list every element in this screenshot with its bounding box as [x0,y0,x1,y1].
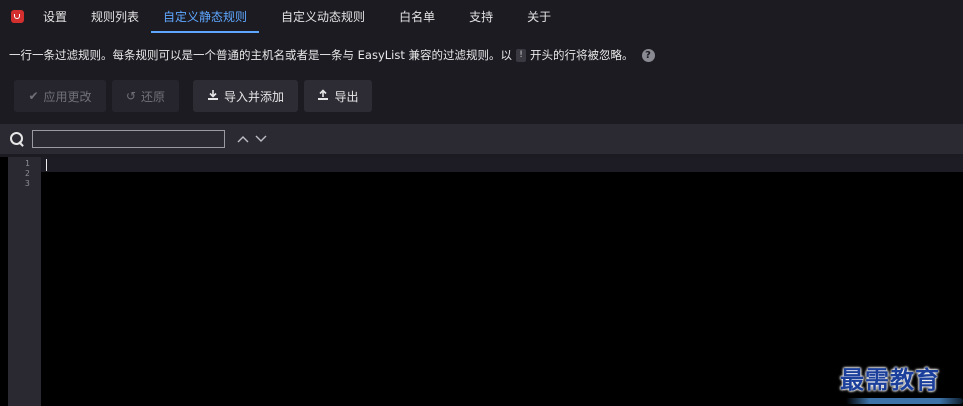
search-bar [0,124,963,154]
apply-changes-label: 应用更改 [43,89,92,104]
tab-about[interactable]: 关于 [505,0,563,33]
search-icon [9,131,25,147]
line-number: 3 [25,179,30,188]
export-label: 导出 [334,89,359,104]
tab-support[interactable]: 支持 [447,0,505,33]
search-input[interactable] [32,130,225,148]
tab-settings[interactable]: 设置 [30,0,79,33]
import-append-button[interactable]: 导入并添加 [193,80,298,112]
check-icon: ✔ [28,89,39,103]
description-line: 一行一条过滤规则。每条规则可以是一个普通的主机名或者是一条与 EasyList … [9,47,655,63]
apply-changes-button[interactable]: ✔ 应用更改 [14,80,106,112]
top-nav: 设置 规则列表 自定义静态规则 自定义动态规则 白名单 支持 关于 [0,0,963,33]
import-icon [207,89,219,103]
line-number: 2 [25,169,30,178]
description-text-end: 开头的行将被忽略。 [530,48,634,62]
export-icon [317,89,329,103]
revert-button[interactable]: ↺ 还原 [112,80,179,112]
revert-label: 还原 [141,89,166,104]
export-button[interactable]: 导出 [304,80,372,112]
tab-whitelist[interactable]: 白名单 [377,0,447,33]
import-append-label: 导入并添加 [223,89,284,104]
undo-icon: ↺ [125,89,137,103]
line-number: 1 [25,159,30,168]
watermark-logo: 最需教育 [840,365,940,394]
tab-my-filters[interactable]: 自定义静态规则 [151,0,260,33]
tab-my-rules[interactable]: 自定义动态规则 [259,0,377,33]
chevron-down-icon[interactable] [253,131,269,147]
comment-marker: ! [516,48,527,62]
tab-filter-lists[interactable]: 规则列表 [79,0,151,33]
description-text: 一行一条过滤规则。每条规则可以是一个普通的主机名或者是一条与 EasyList … [9,48,513,62]
chevron-up-icon[interactable] [235,131,251,147]
text-cursor [46,159,47,171]
help-icon[interactable]: ? [641,48,655,62]
watermark-strip [846,394,963,406]
ublock-logo-icon [4,0,30,33]
active-line-highlight [41,157,963,172]
filter-editor[interactable]: 1 2 3 [0,157,963,406]
line-number-gutter: 1 2 3 [8,157,41,406]
